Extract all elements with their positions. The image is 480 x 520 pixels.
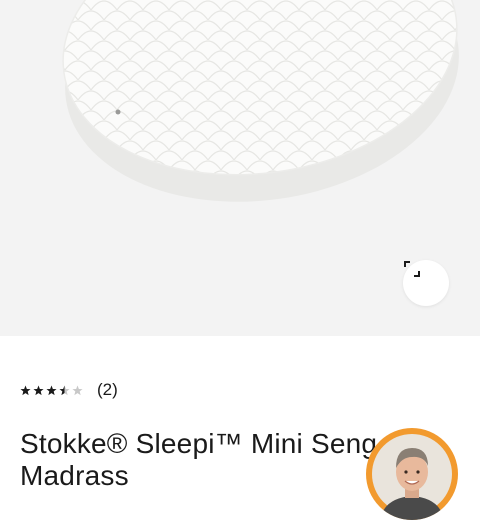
expand-icon <box>404 261 420 277</box>
product-image-gallery[interactable] <box>0 0 480 336</box>
review-count[interactable]: (2) <box>97 380 118 400</box>
advisor-chat-button[interactable] <box>366 428 458 520</box>
star-icon <box>20 384 31 395</box>
product-rating[interactable]: (2) <box>20 380 118 400</box>
advisor-avatar <box>372 434 452 520</box>
star-icon <box>33 384 44 395</box>
star-icon <box>72 384 83 395</box>
star-rating <box>20 384 83 396</box>
expand-image-button[interactable] <box>403 260 449 306</box>
star-icon <box>46 384 57 395</box>
product-title: Stokke® Sleepi™ Mini Seng Madrass <box>20 428 378 491</box>
star-icon <box>59 384 70 395</box>
